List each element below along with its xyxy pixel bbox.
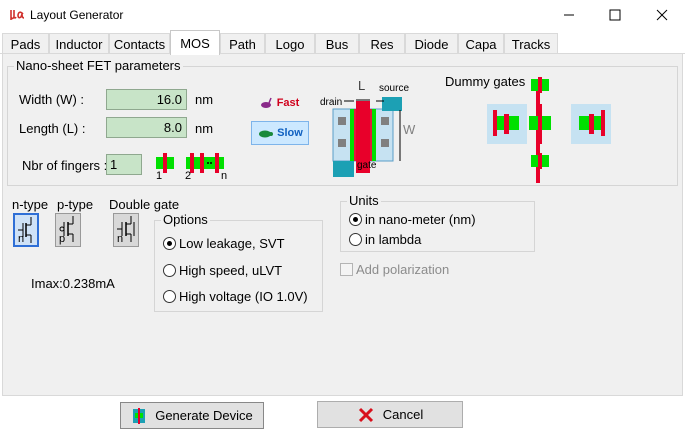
nanosheet-group-title: Nano-sheet FET parameters [14,58,183,73]
tab-strip: Pads Inductor Contacts MOS Path Logo Bus… [0,30,685,55]
add-polarization-label: Add polarization [356,262,450,277]
dummy-gates-label: Dummy gates [445,74,526,89]
finger-icon-1-label: 1 [156,170,163,182]
dummy-gate-left-icon [487,104,527,144]
tab-path[interactable]: Path [220,33,265,54]
unit-lambda-label: in lambda [365,232,422,247]
dummy-gate-center-icon [529,104,551,144]
slow-button[interactable]: Slow [251,121,309,145]
tab-res[interactable]: Res [359,33,405,54]
slow-label: Slow [277,127,303,139]
dummy-gate-center-button[interactable] [527,104,553,144]
ntype-label: n-type [12,197,49,212]
dummy-gate-right-button[interactable] [571,104,611,144]
units-title: Units [347,193,381,208]
options-group: Options Low leakage, SVT High speed, uLV… [154,212,323,312]
ntype-glyph: n [18,233,25,245]
dummy-gate-top-icon [531,77,549,93]
length-unit: nm [195,121,214,136]
cancel-label: Cancel [382,407,424,422]
unit-nanometer[interactable]: in nano-meter (nm) [349,212,476,227]
cancel-x-icon [358,407,373,422]
option-high-speed-radio[interactable] [163,264,176,277]
diagram-gate-label: gate [357,160,377,171]
option-low-leakage-label: Low leakage, SVT [179,236,285,251]
ptype-button[interactable]: p [55,213,81,247]
option-low-leakage[interactable]: Low leakage, SVT [163,236,285,251]
close-icon [656,9,668,21]
options-title: Options [161,212,210,227]
mos-panel: Nano-sheet FET parameters Width (W) : 16… [2,53,683,396]
width-input[interactable]: 16.0 [106,89,187,110]
fingers-label: Nbr of fingers : [22,158,108,173]
minimize-icon [564,14,574,16]
cancel-button[interactable]: Cancel [317,401,463,428]
diagram-drain-label: drain [320,97,343,108]
rabbit-icon [260,97,272,108]
unit-lambda-radio[interactable] [349,233,362,246]
width-label: Width (W) : [19,92,84,107]
option-high-voltage-label: High voltage (IO 1.0V) [179,289,308,304]
tab-contacts[interactable]: Contacts [109,33,170,54]
double-gate-glyph: n [117,233,124,245]
nanosheet-group: Nano-sheet FET parameters Width (W) : 16… [7,58,678,186]
ptype-glyph: p [59,233,66,245]
close-button[interactable] [639,0,685,30]
add-polarization-box[interactable] [340,263,353,276]
unit-nanometer-label: in nano-meter (nm) [365,212,476,227]
unit-lambda[interactable]: in lambda [349,232,421,247]
diagram-l-label: L [358,78,366,93]
finger-icon-2-label: 2 [185,170,192,182]
option-high-voltage-radio[interactable] [163,290,176,303]
fast-button[interactable]: Fast [251,91,307,115]
tab-inductor[interactable]: Inductor [49,33,109,54]
tab-diode[interactable]: Diode [405,33,458,54]
imax-readout: Imax:0.238mA [31,276,115,291]
mu-a-logo-icon [10,10,25,20]
tab-capa[interactable]: Capa [458,33,504,54]
generate-device-button[interactable]: Generate Device [120,402,264,429]
ptype-label: p-type [57,197,94,212]
dummy-gate-bottom-icon [531,153,549,169]
unit-nanometer-radio[interactable] [349,213,362,226]
maximize-button[interactable] [592,0,638,30]
length-input[interactable]: 8.0 [106,117,187,138]
width-unit: nm [195,92,214,107]
dummy-gate-left-button[interactable] [487,104,527,144]
fast-label: Fast [276,97,300,109]
maximize-icon [609,9,621,21]
diagram-source-label: source [379,83,410,94]
option-high-speed[interactable]: High speed, uLVT [163,263,282,278]
double-gate-label: Double gate [109,197,180,212]
tab-tracks[interactable]: Tracks [504,33,558,54]
tab-logo[interactable]: Logo [265,33,315,54]
ntype-button[interactable]: n [13,213,39,247]
turtle-icon [259,130,274,138]
generate-device-label: Generate Device [155,408,253,423]
window-title: Layout Generator [30,8,124,22]
tab-pads[interactable]: Pads [2,33,49,54]
generate-device-icon [133,407,146,424]
dummy-gate-right-icon [571,104,611,144]
tab-bus[interactable]: Bus [315,33,359,54]
fingers-input[interactable]: 1 [106,154,142,175]
tab-mos[interactable]: MOS [170,30,220,55]
minimize-button[interactable] [546,0,592,30]
finger-icon-n-label: n [221,170,228,182]
option-high-voltage[interactable]: High voltage (IO 1.0V) [163,289,308,304]
length-label: Length (L) : [19,121,86,136]
double-gate-button[interactable]: n [113,213,139,247]
option-low-leakage-radio[interactable] [163,237,176,250]
add-polarization-checkbox[interactable]: Add polarization [340,262,449,277]
option-high-speed-label: High speed, uLVT [179,263,283,278]
units-group: Units in nano-meter (nm) in lambda [340,193,535,252]
diagram-w-label: W [403,122,416,137]
title-bar: Layout Generator [0,0,685,30]
